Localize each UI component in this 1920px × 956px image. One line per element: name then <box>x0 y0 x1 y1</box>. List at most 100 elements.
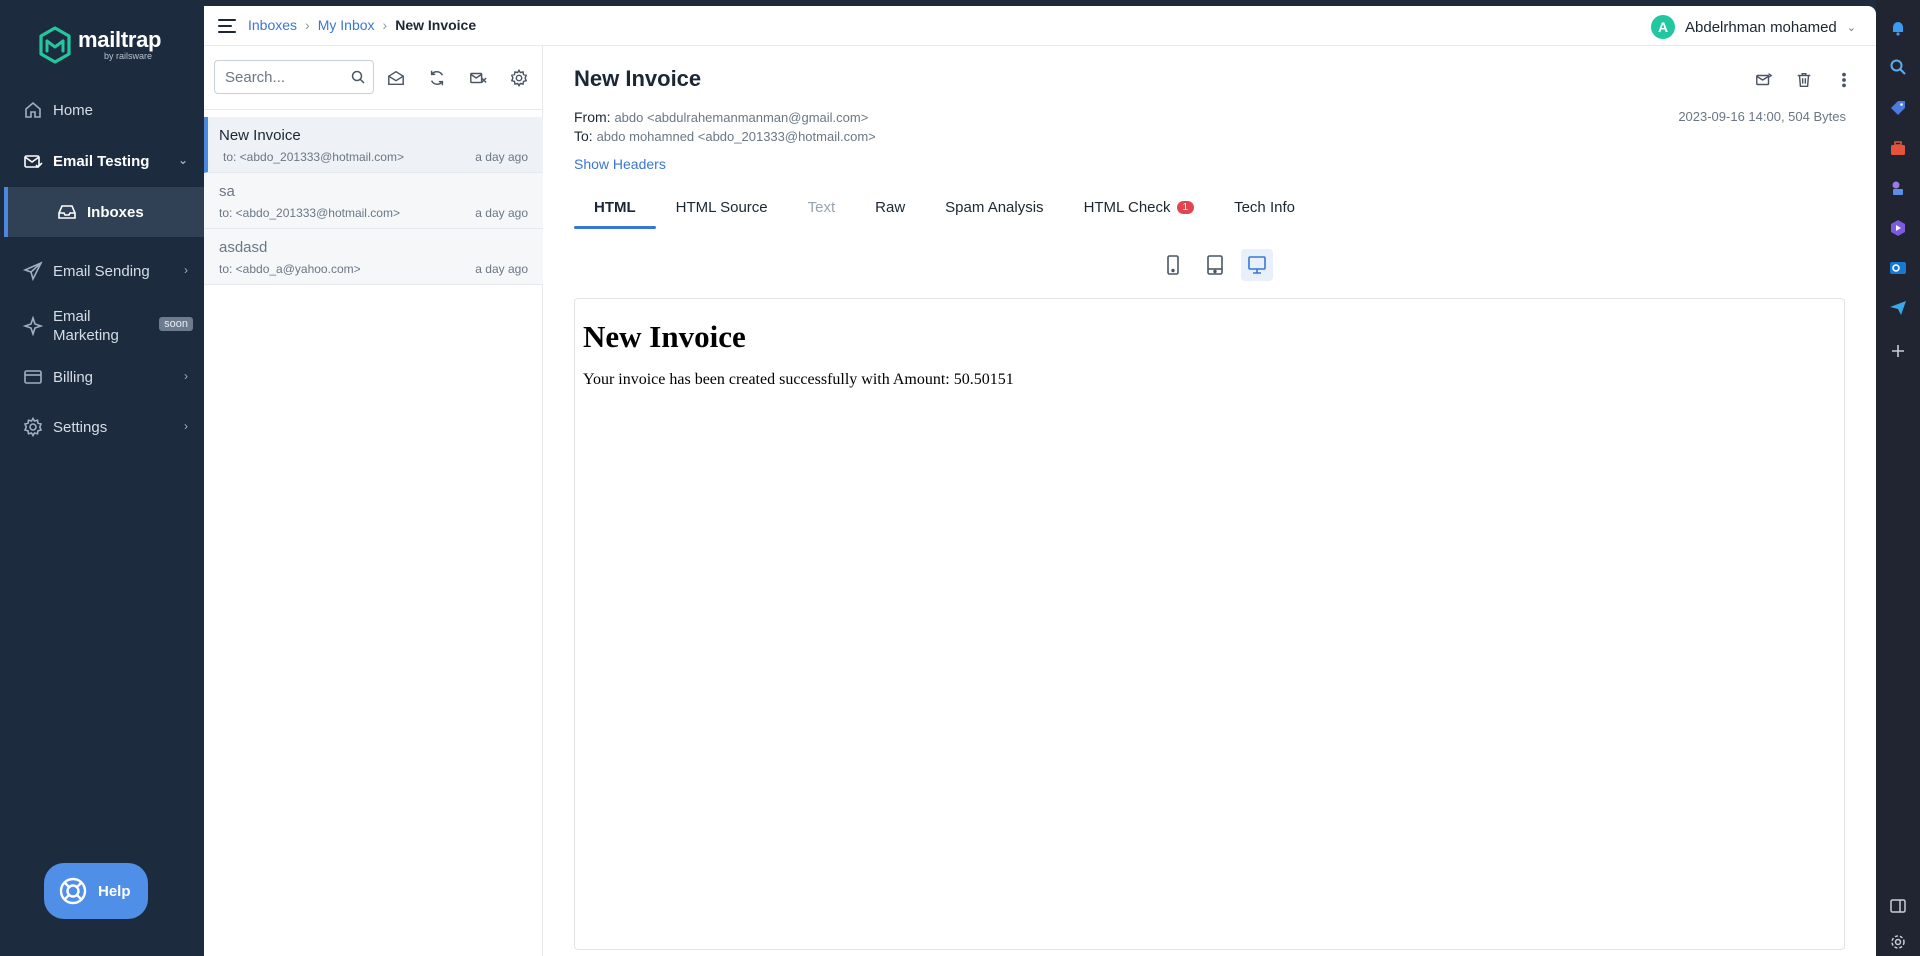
sidebar-item-settings[interactable]: Settings › <box>0 407 204 447</box>
tab-spam-analysis[interactable]: Spam Analysis <box>925 186 1063 229</box>
preview-body: Your invoice has been created successful… <box>583 371 1014 388</box>
chess-icon[interactable] <box>1888 178 1908 198</box>
email-preview: New Invoice Your invoice has been create… <box>574 298 1845 950</box>
to-label: To: <box>574 128 593 144</box>
list-item[interactable]: asdasd to: <abdo_a@yahoo.com> a day ago <box>204 229 543 285</box>
message-list: New Invoice to: <abdo_201333@hotmail.com… <box>204 46 543 956</box>
gear-icon[interactable] <box>509 68 529 88</box>
list-item[interactable]: sa to: <abdo_201333@hotmail.com> a day a… <box>204 173 543 229</box>
mobile-view-button[interactable] <box>1157 249 1189 281</box>
bell-icon[interactable] <box>1888 18 1908 38</box>
breadcrumb-separator: › <box>382 17 388 33</box>
brand-name: mailtrap <box>78 27 162 52</box>
message-from: From: abdo <abdulrahemanmanman@gmail.com… <box>574 109 868 125</box>
desktop-icon <box>1248 256 1266 274</box>
preview-heading: New Invoice <box>583 319 746 354</box>
message-recipient: to: <abdo_201333@hotmail.com> <box>219 206 400 220</box>
breadcrumb: Inboxes › My Inbox › New Invoice <box>248 17 476 33</box>
from-label: From: <box>574 109 611 125</box>
sidebar-item-email-testing[interactable]: Email Testing ⌄ <box>0 141 204 181</box>
breadcrumb-current: New Invoice <box>395 17 477 33</box>
from-address: abdo <abdulrahemanmanman@gmail.com> <box>614 110 869 125</box>
sidebar-item-label: Inboxes <box>87 203 144 221</box>
top-bar: Inboxes › My Inbox › New Invoice A Abdel… <box>204 6 1876 46</box>
chevron-down-icon: ⌄ <box>177 153 188 167</box>
sidebar: mailtrap by railsware Home Email Testing… <box>0 6 204 956</box>
sidebar-item-label: Email Sending <box>53 262 150 280</box>
sidebar-item-email-marketing[interactable]: Email Marketing soon <box>0 300 204 352</box>
sidebar-item-home[interactable]: Home <box>0 90 204 130</box>
plus-icon[interactable] <box>1888 341 1908 361</box>
message-actions <box>1754 70 1854 90</box>
message-recipient: to: <abdo_201333@hotmail.com> <box>223 150 404 164</box>
tab-html-check[interactable]: HTML Check 1 <box>1064 186 1215 229</box>
tab-tech-info[interactable]: Tech Info <box>1214 186 1315 229</box>
tab-html-source[interactable]: HTML Source <box>656 186 788 229</box>
menu-icon[interactable] <box>218 18 236 34</box>
chevron-right-icon: › <box>184 263 188 277</box>
message-to: To: abdo mohamned <abdo_201333@hotmail.c… <box>574 128 876 144</box>
user-name: Abdelrhman mohamed <box>1685 18 1837 36</box>
paper-plane-icon[interactable] <box>1888 298 1908 318</box>
message-time: a day ago <box>475 150 528 164</box>
message-time: a day ago <box>475 262 528 276</box>
inbox-icon <box>56 201 78 223</box>
chevron-right-icon: › <box>184 369 188 383</box>
forward-icon[interactable] <box>1754 70 1774 90</box>
user-menu[interactable]: A Abdelrhman mohamed ⌄ <box>1651 15 1856 39</box>
message-meta: 2023-09-16 14:00, 504 Bytes <box>1678 109 1846 124</box>
search-icon[interactable] <box>351 70 365 84</box>
tag-icon[interactable] <box>1888 98 1908 118</box>
clear-inbox-icon[interactable] <box>468 68 488 88</box>
avatar: A <box>1651 15 1676 39</box>
message-subject: New Invoice <box>219 127 301 144</box>
trash-icon[interactable] <box>1794 70 1814 90</box>
sidebar-item-email-sending[interactable]: Email Sending › <box>0 251 204 291</box>
message-recipient: to: <abdo_a@yahoo.com> <box>219 262 361 276</box>
credit-card-icon <box>22 366 44 388</box>
list-item[interactable]: New Invoice to: <abdo_201333@hotmail.com… <box>204 117 543 173</box>
tab-label: HTML Check <box>1083 199 1171 216</box>
show-headers-link[interactable]: Show Headers <box>574 156 666 172</box>
outlook-icon[interactable] <box>1888 258 1908 278</box>
copilot-icon[interactable] <box>1888 218 1908 238</box>
search-icon[interactable] <box>1888 57 1908 77</box>
desktop-view-button[interactable] <box>1241 249 1273 281</box>
breadcrumb-separator: › <box>305 17 310 33</box>
search-input[interactable] <box>225 68 345 86</box>
chevron-right-icon: › <box>184 419 188 433</box>
soon-badge: soon <box>159 317 193 331</box>
mailtrap-logo[interactable]: mailtrap by railsware <box>38 26 161 64</box>
tablet-view-button[interactable] <box>1199 249 1231 281</box>
home-icon <box>22 99 44 121</box>
gear-icon[interactable] <box>1888 932 1908 952</box>
help-button[interactable]: Help <box>44 863 148 919</box>
message-title: New Invoice <box>574 66 702 91</box>
send-icon <box>22 260 44 282</box>
email-check-icon <box>22 150 44 172</box>
brand-sub: by railsware <box>104 51 153 61</box>
phone-icon <box>1167 255 1179 275</box>
device-switcher <box>1157 249 1273 281</box>
to-address: abdo mohamned <abdo_201333@hotmail.com> <box>596 129 876 144</box>
toolbox-icon[interactable] <box>1888 138 1908 158</box>
mark-read-icon[interactable] <box>386 68 406 88</box>
gear-icon <box>22 416 44 438</box>
tab-raw[interactable]: Raw <box>855 186 925 229</box>
more-vertical-icon[interactable] <box>1834 70 1854 90</box>
sidebar-toggle-icon[interactable] <box>1888 896 1908 916</box>
search-box[interactable] <box>214 60 374 94</box>
help-label: Help <box>98 882 131 900</box>
refresh-icon[interactable] <box>427 68 447 88</box>
breadcrumb-inboxes[interactable]: Inboxes <box>248 17 297 33</box>
breadcrumb-my-inbox[interactable]: My Inbox <box>318 17 375 33</box>
tablet-icon <box>1207 255 1223 275</box>
sidebar-item-billing[interactable]: Billing › <box>0 357 204 397</box>
tab-text[interactable]: Text <box>788 186 856 229</box>
main-panel: Inboxes › My Inbox › New Invoice A Abdel… <box>204 6 1876 956</box>
tab-html[interactable]: HTML <box>574 186 656 229</box>
mailtrap-logo-icon <box>39 26 71 64</box>
message-time: a day ago <box>475 206 528 220</box>
sidebar-item-inboxes[interactable]: Inboxes <box>4 187 204 237</box>
chevron-down-icon: ⌄ <box>1846 21 1856 34</box>
